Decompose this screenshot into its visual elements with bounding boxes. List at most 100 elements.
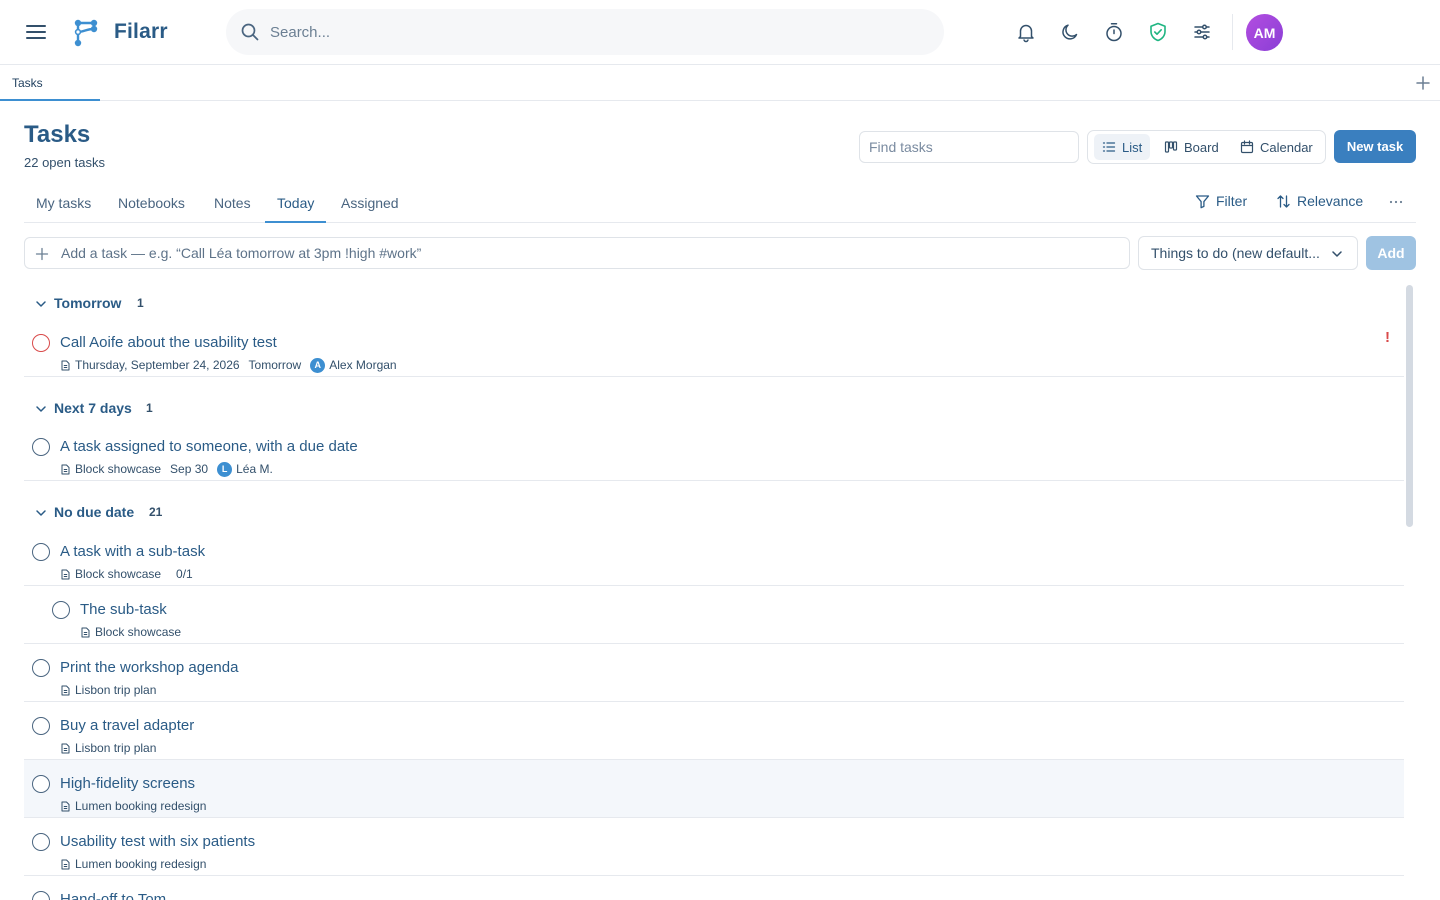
task-document[interactable]: Block showcase [60, 567, 161, 581]
quick-add-bar[interactable] [24, 237, 1130, 269]
assignee-name: Léa M. [236, 462, 273, 476]
view-list-button[interactable]: List [1094, 134, 1151, 160]
task-document[interactable]: Lisbon trip plan [60, 741, 156, 755]
doc-tab-tasks[interactable]: Tasks [0, 65, 100, 101]
task-title[interactable]: The sub-task [80, 601, 167, 618]
menu-icon[interactable] [24, 20, 48, 44]
task-title[interactable]: Call Aoife about the usability test [60, 334, 277, 351]
sort-icon [1277, 194, 1290, 208]
task-row[interactable]: Hand-off to Tom [24, 876, 1404, 900]
task-checkbox[interactable] [32, 659, 50, 677]
group-header-tomorrow[interactable]: Tomorrow 1 [24, 290, 1404, 316]
task-document-name: Lumen booking redesign [75, 799, 207, 813]
list-icon [1102, 142, 1116, 152]
view-calendar-button[interactable]: Calendar [1232, 134, 1321, 160]
task-row[interactable]: Call Aoife about the usability test Thur… [24, 319, 1404, 377]
task-assignee[interactable]: L Léa M. [217, 461, 273, 477]
task-title[interactable]: A task with a sub-task [60, 543, 205, 560]
group-count: 1 [137, 296, 144, 310]
add-tab-icon[interactable] [1414, 74, 1432, 92]
sliders-icon[interactable] [1191, 21, 1213, 43]
view-list-label: List [1122, 139, 1143, 155]
top-bar: Filarr AM [0, 0, 1440, 65]
task-row[interactable]: Usability test with six patients Lumen b… [24, 818, 1404, 876]
group-header-no-due-date[interactable]: No due date 21 [24, 499, 1404, 525]
view-switcher: List Board Calendar [1087, 130, 1326, 164]
task-document[interactable]: Block showcase [60, 462, 161, 476]
quick-add-input[interactable] [61, 242, 1121, 264]
tab-notes[interactable]: Notes [202, 185, 263, 223]
task-checkbox[interactable] [32, 891, 50, 900]
task-document-name: Lumen booking redesign [75, 857, 207, 871]
assignee-name: Alex Morgan [329, 358, 397, 372]
task-document-name: Block showcase [95, 625, 182, 639]
task-title[interactable]: Hand-off to Tom [60, 891, 166, 900]
task-document[interactable]: Block showcase [80, 625, 181, 639]
task-document[interactable]: Lumen booking redesign [60, 857, 206, 871]
plus-icon [35, 247, 49, 261]
task-document[interactable]: Lumen booking redesign [60, 799, 206, 813]
group-header-next-7-days[interactable]: Next 7 days 1 [24, 395, 1404, 421]
task-checkbox[interactable] [32, 438, 50, 456]
task-row[interactable]: A task with a sub-task Block showcase 0/… [24, 528, 1404, 586]
task-checkbox[interactable] [32, 543, 50, 561]
document-icon [61, 859, 70, 869]
task-title[interactable]: A task assigned to someone, with a due d… [60, 438, 358, 455]
tab-assigned[interactable]: Assigned [329, 185, 411, 223]
brand-name: Filarr [114, 20, 168, 43]
shield-check-icon[interactable] [1147, 21, 1169, 43]
target-list-select[interactable]: Things to do (new default... [1138, 236, 1358, 270]
target-list-value: Things to do (new default... [1151, 245, 1320, 261]
filter-button[interactable]: Filter [1195, 193, 1247, 209]
task-checkbox[interactable] [32, 334, 50, 352]
document-icon [61, 743, 70, 753]
sort-button[interactable]: Relevance [1276, 193, 1363, 209]
tab-my-tasks[interactable]: My tasks [24, 185, 103, 223]
assignee-avatar: A [310, 357, 326, 373]
find-tasks-input[interactable] [859, 131, 1079, 163]
global-search[interactable] [226, 9, 944, 55]
task-document[interactable]: Lisbon trip plan [60, 683, 156, 697]
task-title[interactable]: Usability test with six patients [60, 833, 255, 850]
bell-icon[interactable] [1015, 21, 1037, 43]
more-options-icon[interactable] [1387, 193, 1405, 211]
page-title: Tasks [24, 121, 91, 148]
task-assignee[interactable]: A Alex Morgan [310, 357, 397, 373]
filarr-logo-icon[interactable] [72, 17, 100, 47]
task-meta: Block showcase Sep 30 L Léa M. [60, 461, 273, 477]
task-title[interactable]: Buy a travel adapter [60, 717, 194, 734]
search-icon [240, 22, 260, 42]
filter-icon [1195, 194, 1210, 208]
task-title[interactable]: Print the workshop agenda [60, 659, 238, 676]
task-document[interactable]: Thursday, September 24, 2026 [60, 358, 240, 372]
scrollbar-thumb[interactable] [1406, 285, 1413, 527]
subtask-row[interactable]: The sub-task Block showcase [24, 586, 1404, 644]
task-row[interactable]: High-fidelity screens Lumen booking rede… [24, 760, 1404, 818]
board-icon [1164, 141, 1178, 153]
task-row[interactable]: Buy a travel adapter Lisbon trip plan [24, 702, 1404, 760]
search-input[interactable] [270, 17, 910, 47]
new-task-button[interactable]: New task [1334, 130, 1416, 163]
add-task-button[interactable]: Add [1366, 236, 1416, 270]
task-row[interactable]: A task assigned to someone, with a due d… [24, 423, 1404, 481]
task-checkbox[interactable] [52, 601, 70, 619]
filter-label: Filter [1216, 193, 1248, 209]
task-checkbox[interactable] [32, 775, 50, 793]
document-icon [81, 627, 90, 637]
task-checkbox[interactable] [32, 717, 50, 735]
task-title[interactable]: High-fidelity screens [60, 775, 195, 792]
task-checkbox[interactable] [32, 833, 50, 851]
view-board-button[interactable]: Board [1156, 134, 1227, 160]
user-avatar[interactable]: AM [1246, 14, 1283, 51]
timer-icon[interactable] [1103, 21, 1125, 43]
chevron-down-icon [36, 510, 46, 516]
tab-today[interactable]: Today [265, 185, 327, 223]
task-row[interactable]: Print the workshop agenda Lisbon trip pl… [24, 644, 1404, 702]
task-document-name: Lisbon trip plan [75, 683, 157, 697]
chevron-down-icon [36, 301, 46, 307]
task-due-date: Tomorrow [248, 358, 302, 372]
sort-label: Relevance [1297, 193, 1364, 209]
task-meta: Lisbon trip plan [60, 740, 156, 756]
tab-notebooks[interactable]: Notebooks [106, 185, 197, 223]
moon-icon[interactable] [1059, 21, 1081, 43]
